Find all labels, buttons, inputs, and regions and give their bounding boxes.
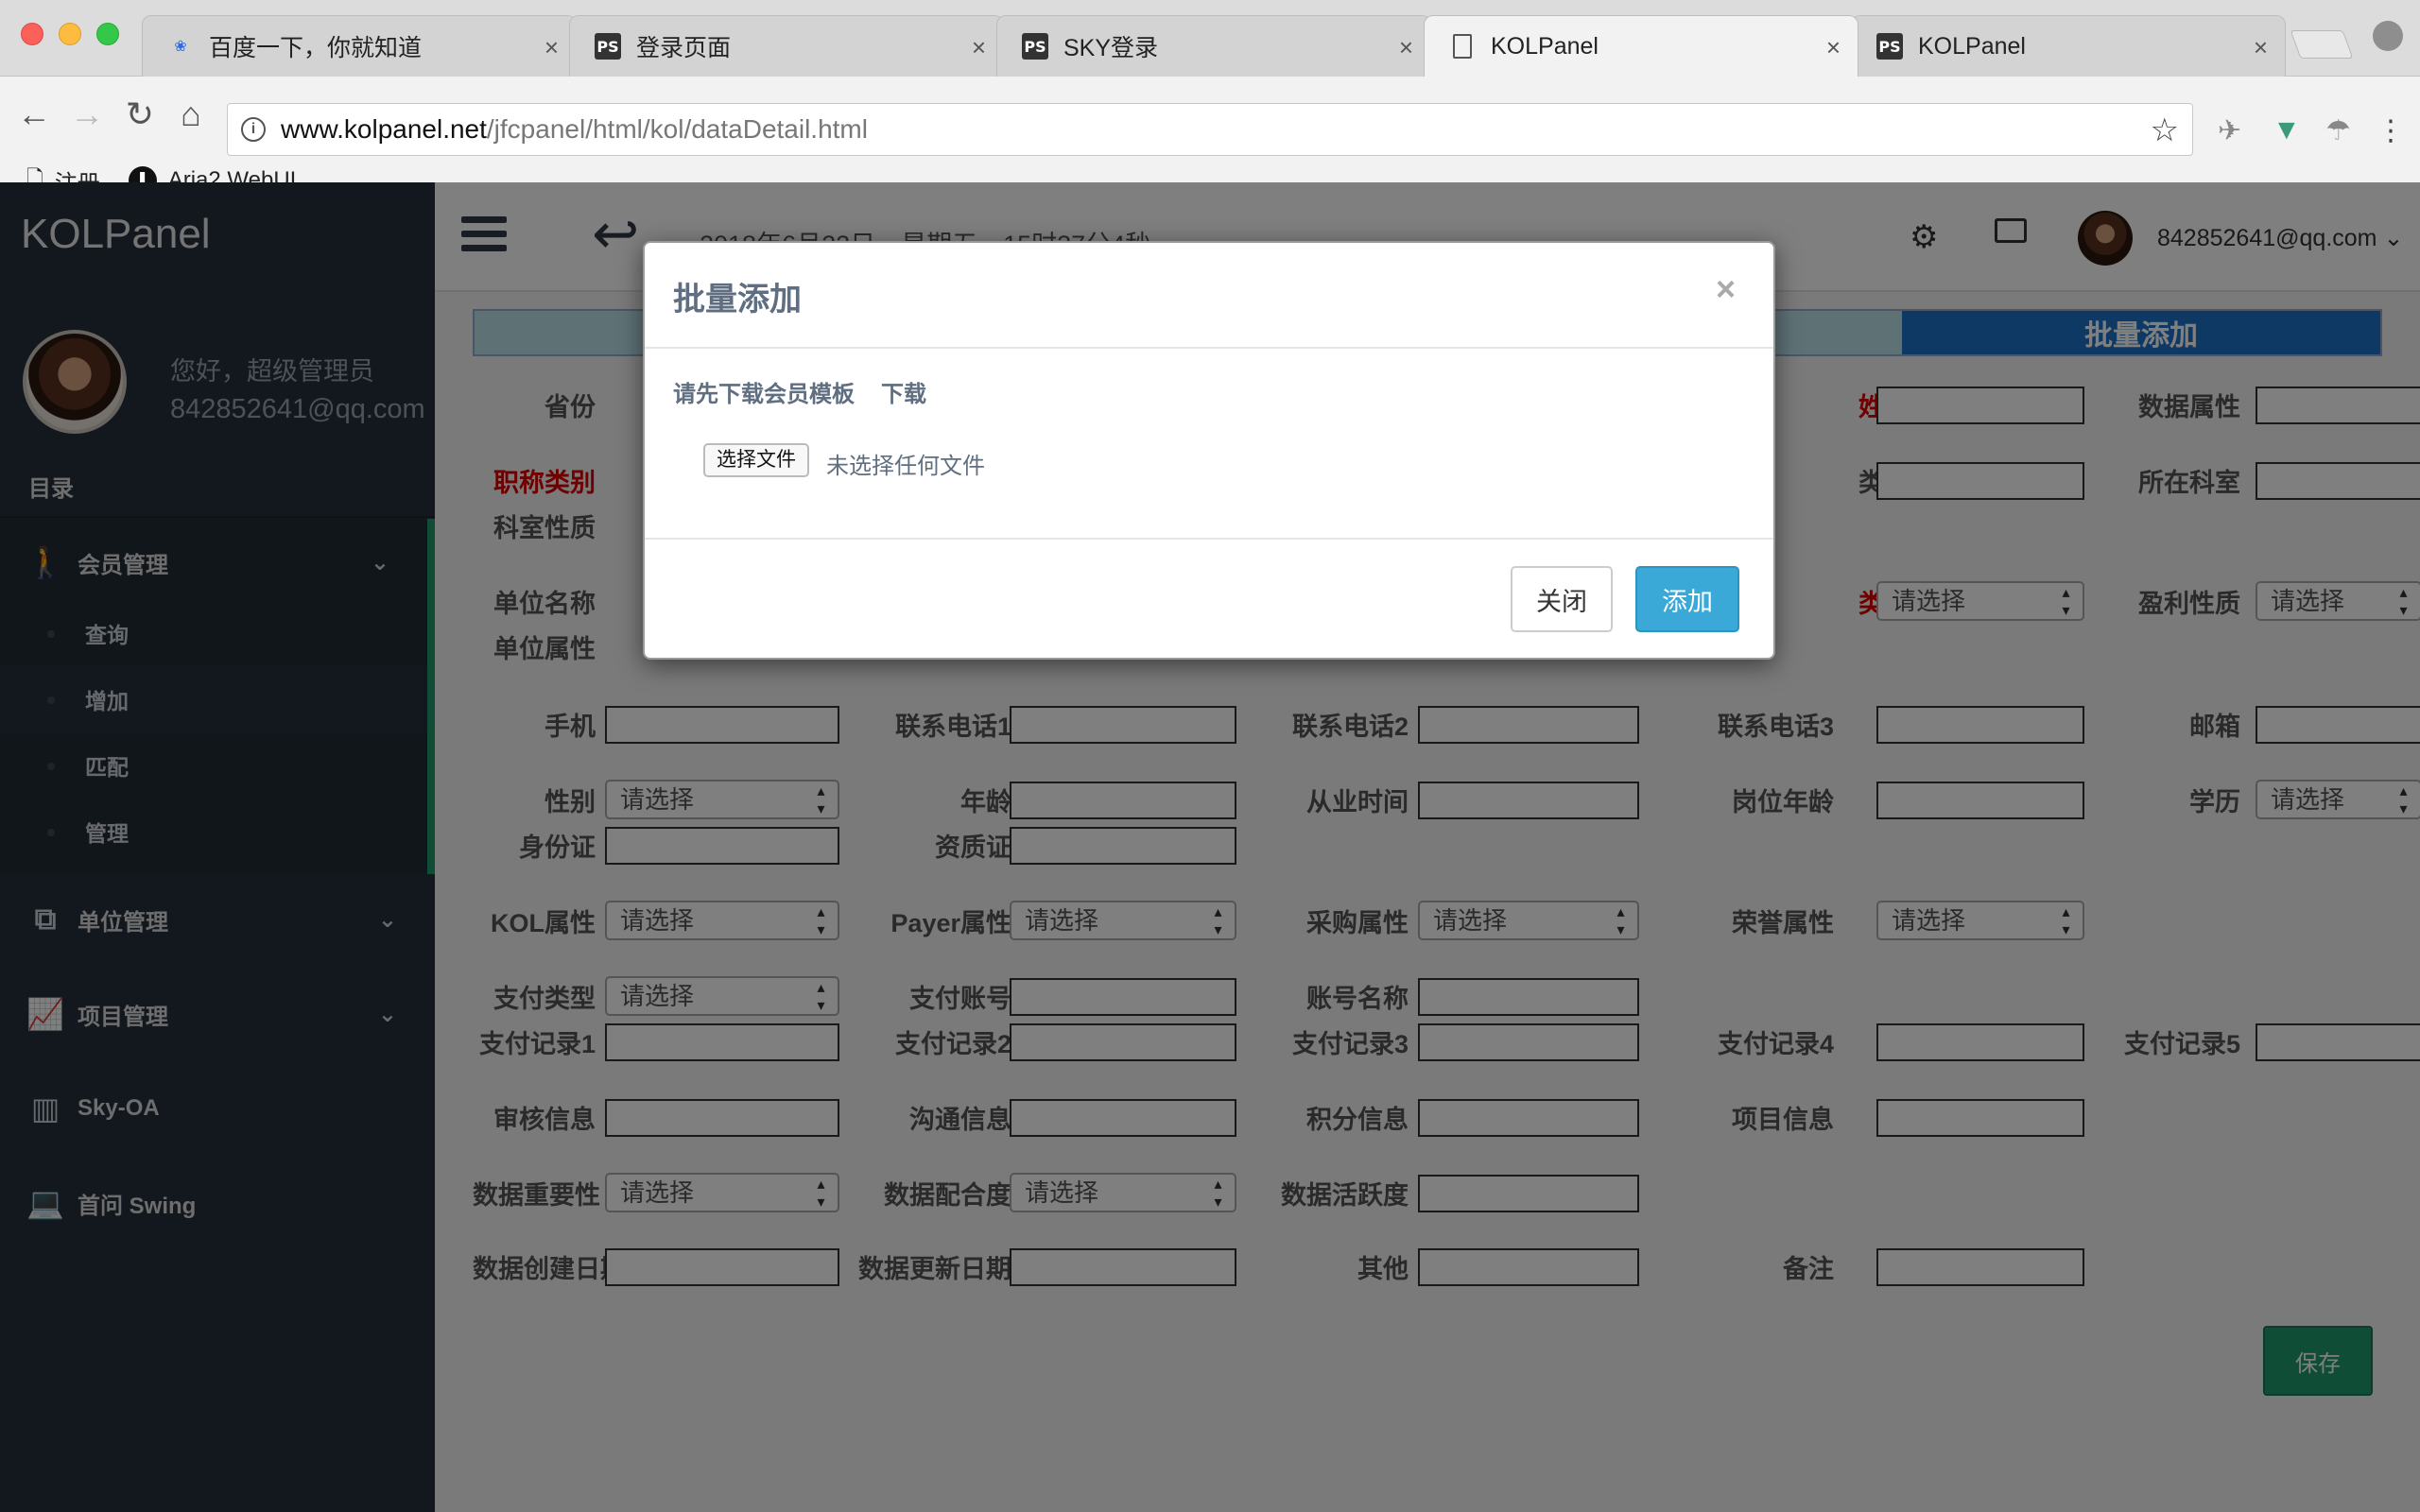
extension-bird-icon[interactable]: ✈ [2218,114,2241,147]
template-hint: 请先下载会员模板 [673,382,855,407]
ps-icon: PS [1022,33,1048,60]
choose-file-button[interactable]: 选择文件 [703,443,809,477]
info-icon[interactable]: i [241,117,266,142]
download-template-link[interactable]: 下载 [881,375,926,408]
tab-title: KOLPanel [1918,32,2026,60]
tab-title: 登录页面 [636,35,732,61]
vue-devtools-icon[interactable]: ▼ [2273,114,2301,146]
home-icon[interactable]: ⌂ [170,94,212,135]
window-close-button[interactable] [21,23,43,45]
parachute-icon[interactable]: ☂ [2325,114,2351,147]
tab-close-icon[interactable]: × [1826,33,1841,62]
tab-title: 百度一下，你就知道 [209,35,423,61]
browser-tab-login[interactable]: PS 登录页面 × [569,15,1004,77]
ps-icon: PS [1876,33,1903,60]
file-status-text: 未选择任何文件 [826,454,985,479]
bookmark-star-icon[interactable]: ☆ [2151,112,2179,149]
tab-close-icon[interactable]: × [972,33,986,62]
add-button[interactable]: 添加 [1635,566,1739,632]
new-tab-button[interactable] [2290,30,2354,59]
address-bar[interactable]: i www.kolpanel.net /jfcpanel/html/kol/da… [227,103,2193,156]
baidu-paw-icon: ❀ [174,39,187,55]
window-zoom-button[interactable] [96,23,119,45]
browser-tab-bar: ❀ 百度一下，你就知道 × PS 登录页面 × PS SKY登录 × KOLPa… [0,0,2420,77]
back-arrow-icon[interactable]: ← [13,94,55,135]
document-icon [1449,33,1476,60]
modal-header: 批量添加 × [645,243,1773,349]
browser-tab-kolpanel-active[interactable]: KOLPanel × [1424,15,1858,77]
close-button[interactable]: 关闭 [1511,566,1613,632]
close-icon[interactable]: × [1716,269,1736,309]
browser-tab-sky-login[interactable]: PS SKY登录 × [996,15,1431,77]
forward-arrow-icon[interactable]: → [66,94,108,135]
reload-icon[interactable]: ↻ [119,94,161,135]
tab-close-icon[interactable]: × [544,33,559,62]
url-host: www.kolpanel.net [281,114,487,144]
tab-title: SKY登录 [1063,35,1159,61]
divider [645,538,1773,540]
tab-close-icon[interactable]: × [2254,33,2268,62]
more-menu-icon[interactable]: ⋮ [2377,114,2405,147]
window-minimize-button[interactable] [59,23,81,45]
profile-icon[interactable] [2373,21,2403,51]
browser-tab-baidu[interactable]: ❀ 百度一下，你就知道 × [142,15,577,77]
ps-icon: PS [595,33,621,60]
url-path: /jfcpanel/html/kol/dataDetail.html [486,114,868,144]
modal-title: 批量添加 [673,282,802,318]
browser-tab-kolpanel[interactable]: PS KOLPanel × [1851,15,2286,77]
tab-close-icon[interactable]: × [1399,33,1413,62]
batch-add-modal: 批量添加 × 请先下载会员模板 下载 选择文件 未选择任何文件 关闭 添加 [643,241,1775,660]
tab-title: KOLPanel [1491,32,1599,60]
